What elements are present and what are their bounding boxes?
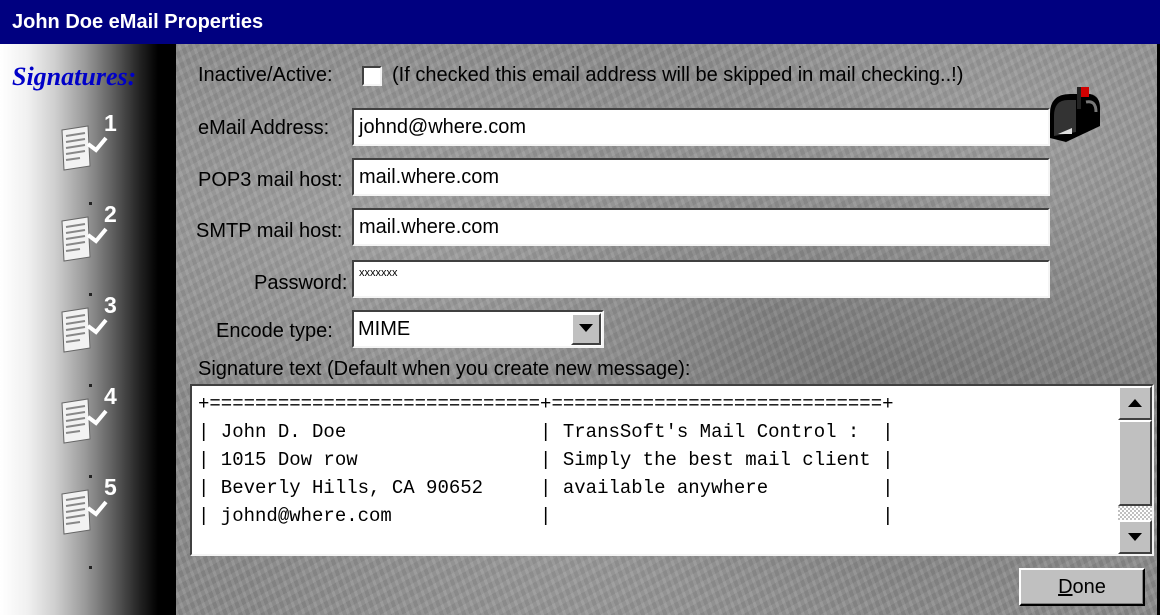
signature-slot-5[interactable]: 5 xyxy=(58,474,118,546)
signature-slot-2[interactable]: 2 xyxy=(58,201,118,273)
signature-slot-4[interactable]: 4 xyxy=(58,383,118,455)
arrow-down-icon xyxy=(1128,533,1142,541)
signatures-heading: Signatures: xyxy=(12,62,137,91)
signature-text[interactable]: +=============================+=========… xyxy=(198,390,1108,550)
scroll-thumb[interactable] xyxy=(1118,420,1152,506)
signature-number: 1 xyxy=(104,110,117,136)
email-properties-window: John Doe eMail Properties Signatures: 1 2… xyxy=(0,0,1160,615)
signature-slot-1[interactable]: 1 xyxy=(58,110,118,182)
signature-number: 5 xyxy=(104,474,117,500)
scroll-down-button[interactable] xyxy=(1118,520,1152,554)
separator-dot xyxy=(89,293,92,296)
password-label: Password: xyxy=(254,272,348,294)
signature-text-label: Signature text (Default when you create … xyxy=(198,358,691,380)
mailbox-icon xyxy=(1044,84,1104,149)
pop3-label: POP3 mail host: xyxy=(198,169,343,191)
separator-dot xyxy=(89,384,92,387)
signature-number: 3 xyxy=(104,292,117,318)
email-field[interactable]: johnd@where.com xyxy=(352,108,1050,146)
properties-panel: Inactive/Active: (If checked this email … xyxy=(176,44,1160,615)
active-hint: (If checked this email address will be s… xyxy=(392,64,964,86)
chevron-down-icon xyxy=(579,324,593,332)
signature-number: 2 xyxy=(104,201,117,227)
separator-dot xyxy=(89,566,92,569)
window-title: John Doe eMail Properties xyxy=(0,0,1160,44)
signature-document-icon xyxy=(61,307,108,353)
separator-dot xyxy=(89,475,92,478)
pop3-host-field[interactable]: mail.where.com xyxy=(352,158,1050,196)
signature-document-icon xyxy=(61,216,108,262)
scroll-up-button[interactable] xyxy=(1118,386,1152,420)
arrow-up-icon xyxy=(1128,399,1142,407)
signature-document-icon xyxy=(61,125,108,171)
vertical-scrollbar[interactable] xyxy=(1118,386,1152,554)
signature-slot-3[interactable]: 3 xyxy=(58,292,118,364)
done-mnemonic: D xyxy=(1058,576,1073,598)
encode-type-value: MIME xyxy=(358,318,411,340)
encode-type-dropdown-button[interactable] xyxy=(571,313,601,345)
signature-text-area[interactable]: +=============================+=========… xyxy=(190,384,1154,556)
active-checkbox[interactable] xyxy=(362,66,382,86)
smtp-label: SMTP mail host: xyxy=(196,220,343,242)
signatures-sidebar: Signatures: 1 2 3 4 5 xyxy=(0,44,176,615)
encode-type-select[interactable]: MIME xyxy=(352,310,604,348)
done-label: one xyxy=(1072,576,1106,598)
separator-dot xyxy=(89,202,92,205)
signature-number: 4 xyxy=(104,383,117,409)
smtp-host-field[interactable]: mail.where.com xyxy=(352,208,1050,246)
done-button[interactable]: Done xyxy=(1019,568,1145,606)
signature-document-icon xyxy=(61,489,108,535)
active-label: Inactive/Active: xyxy=(198,64,333,86)
signature-document-icon xyxy=(61,398,108,444)
scroll-track[interactable] xyxy=(1118,506,1152,520)
email-label: eMail Address: xyxy=(198,117,330,139)
password-field[interactable]: xxxxxxx xyxy=(352,260,1050,298)
encode-label: Encode type: xyxy=(216,320,333,342)
